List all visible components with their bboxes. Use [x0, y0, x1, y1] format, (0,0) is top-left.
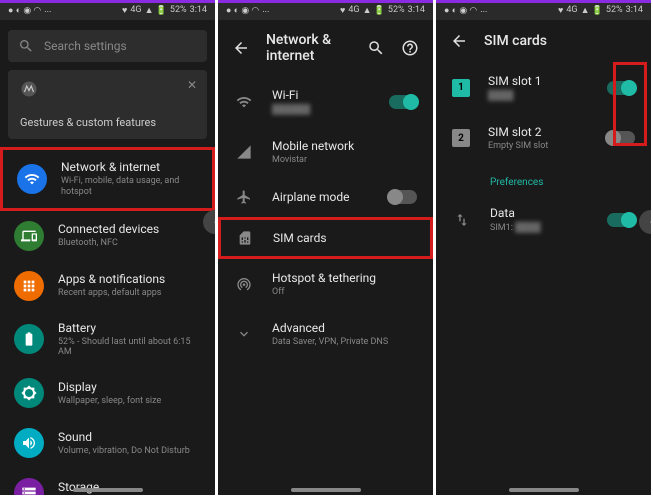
status-bar: ● ◐ ◉ ◠ ... ♥ 4G ▲ 🔋 52% 3:14: [218, 0, 433, 20]
accent-bar: [218, 0, 433, 3]
wifi-row[interactable]: Wi-Fi██████: [218, 76, 433, 127]
motorola-logo-icon: [20, 80, 38, 98]
highlight-box-toggles: [613, 62, 647, 146]
wifi-toggle[interactable]: [389, 95, 417, 109]
gesture-bar[interactable]: [291, 488, 361, 492]
back-icon[interactable]: [450, 32, 468, 50]
settings-item-battery[interactable]: Battery52% - Should last until about 6:1…: [0, 311, 215, 369]
accent-bar: [436, 0, 651, 3]
settings-list: Network & internetWi-Fi, mobile, data us…: [0, 143, 215, 495]
swap-icon: [454, 212, 470, 228]
data-pref-row[interactable]: DataSIM1: ████: [436, 194, 651, 245]
airplane-icon: [236, 189, 252, 205]
search-placeholder: Search settings: [44, 39, 127, 53]
sim2-badge: 2: [452, 129, 470, 147]
display-icon: [21, 385, 37, 401]
page-header: Network & internet: [218, 20, 433, 76]
battery-icon: [21, 331, 37, 347]
gesture-bar[interactable]: [509, 488, 579, 492]
apps-icon: [21, 278, 37, 294]
back-icon[interactable]: [232, 39, 250, 57]
page-title: Network & internet: [266, 32, 351, 64]
storage-icon: [21, 485, 37, 495]
advanced-row[interactable]: AdvancedData Saver, VPN, Private DNS: [218, 309, 433, 359]
gesture-bar[interactable]: [73, 488, 143, 492]
network-internet-screen: ● ◐ ◉ ◠ ... ♥ 4G ▲ 🔋 52% 3:14 Network & …: [218, 0, 433, 495]
preferences-header: Preferences: [436, 163, 651, 194]
settings-item-apps[interactable]: Apps & notificationsRecent apps, default…: [0, 261, 215, 311]
settings-item-connected[interactable]: Connected devicesBluetooth, NFC: [0, 211, 215, 261]
settings-main-screen: ● ◐ ◉ ◠ ... ♥ 4G ▲ 🔋 52% 3:14 Search set…: [0, 0, 215, 495]
hotspot-icon: [236, 276, 252, 292]
airplane-toggle[interactable]: [389, 190, 417, 204]
hotspot-row[interactable]: Hotspot & tetheringOff: [218, 259, 433, 309]
sound-icon: [21, 435, 37, 451]
accent-bar: [0, 0, 215, 3]
sim-cards-screen: ● ◐ ◉ ◠ ... ♥ 4G ▲ 🔋 52% 3:14 SIM cards …: [436, 0, 651, 495]
devices-icon: [21, 228, 37, 244]
settings-item-display[interactable]: DisplayWallpaper, sleep, font size: [0, 368, 215, 418]
brand-label: Gestures & custom features: [20, 116, 195, 129]
airplane-row[interactable]: Airplane mode: [218, 177, 433, 217]
sim1-badge: 1: [452, 79, 470, 97]
signal-icon: [236, 144, 252, 160]
search-icon: [18, 38, 34, 54]
chevron-down-icon: [236, 326, 252, 342]
sim-icon: [237, 230, 253, 246]
wifi-icon: [24, 171, 40, 187]
search-icon[interactable]: [367, 39, 385, 57]
settings-item-sound[interactable]: SoundVolume, vibration, Do Not Disturb: [0, 418, 215, 468]
wifi-icon: [236, 94, 252, 110]
data-toggle[interactable]: [607, 213, 635, 227]
status-bar: ● ◐ ◉ ◠ ... ♥ 4G ▲ 🔋 52% 3:14: [0, 0, 215, 20]
status-bar: ● ◐ ◉ ◠ ... ♥ 4G ▲ 🔋 52% 3:14: [436, 0, 651, 20]
settings-item-network[interactable]: Network & internetWi-Fi, mobile, data us…: [0, 147, 215, 211]
page-header: SIM cards: [436, 20, 651, 62]
close-icon[interactable]: ✕: [187, 78, 197, 92]
mobile-network-row[interactable]: Mobile networkMovistar: [218, 127, 433, 177]
help-icon[interactable]: [401, 39, 419, 57]
sim-cards-row[interactable]: SIM cards: [218, 217, 433, 259]
search-settings[interactable]: Search settings: [8, 30, 207, 62]
page-title: SIM cards: [484, 33, 637, 49]
brand-card[interactable]: ✕ Gestures & custom features: [8, 70, 207, 139]
